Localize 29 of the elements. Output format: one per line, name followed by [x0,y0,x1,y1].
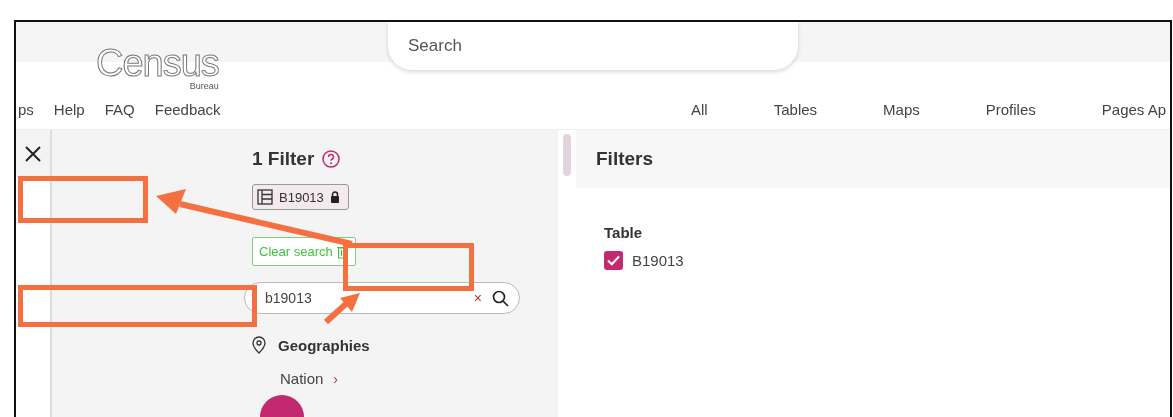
filters-header: Filters [576,130,1170,188]
category-tab[interactable]: Tables [773,100,818,118]
nav-link[interactable]: Help [53,100,85,118]
checkbox[interactable] [604,251,623,270]
chevron-icon: › [333,370,339,387]
search-field[interactable]: Search [388,22,798,70]
annotation-arrow [324,293,360,325]
scrollbar-thumb[interactable] [563,134,571,176]
section-title: Geographies [278,336,370,354]
close-icon[interactable] [24,145,42,163]
geography-link[interactable]: Nation [280,370,324,387]
category-tab[interactable]: Maps [883,100,920,118]
option-label: B19013 [632,252,684,269]
category-tab[interactable]: Profiles [985,100,1036,118]
nav-link[interactable]: Feedback [154,100,221,118]
category-tab[interactable]: Pages Ap [1101,100,1166,118]
nav-link[interactable]: ps [18,100,34,118]
clear-icon[interactable]: × [473,290,482,306]
filter-count-title: 1 Filter [252,148,315,170]
filter-chip[interactable]: B19013 [252,184,349,210]
group-title: Table [604,224,644,241]
category-tab[interactable]: All [691,100,708,118]
search-icon[interactable] [492,289,509,307]
census-logo[interactable]: Census [96,44,219,82]
nav-link[interactable]: FAQ [104,100,135,118]
location-pin-icon [252,336,266,354]
table-icon [257,189,273,205]
logo-subtitle: Bureau [189,82,219,91]
help-icon[interactable] [322,150,341,168]
